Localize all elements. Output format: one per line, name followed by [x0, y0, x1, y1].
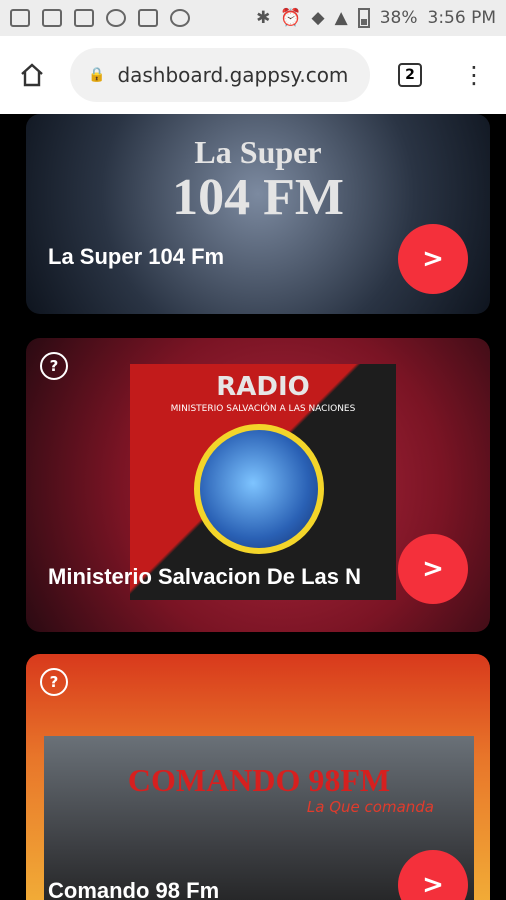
clock: 3:56 PM [427, 8, 497, 28]
battery-percent: 38% [379, 8, 418, 28]
overflow-menu-icon[interactable]: ⋮ [462, 61, 486, 89]
station-name: Ministerio Salvacion De Las N [48, 564, 361, 589]
station-card[interactable]: RADIO MINISTERIO SALVACIÓN A LAS NACIONE… [26, 338, 490, 632]
browser-toolbar: 🔒 dashboard.gappsy.com 2 ⋮ [0, 36, 506, 114]
play-button[interactable]: > [398, 534, 468, 604]
bluetooth-icon: ✱ [256, 8, 271, 28]
message-icon [10, 9, 30, 27]
globe-icon [194, 424, 324, 554]
tab-switcher-button[interactable]: 2 [398, 63, 422, 87]
info-badge[interactable]: ? [40, 352, 68, 380]
play-button[interactable]: > [398, 224, 468, 294]
image-icon [74, 9, 94, 27]
instagram-icon [106, 9, 126, 27]
signal-icon: ▲ [334, 8, 348, 28]
station-logo: La Super 104 FM [172, 134, 344, 226]
facebook-icon [42, 9, 62, 27]
station-list: La Super 104 FM La Super 104 Fm > RADIO … [0, 114, 506, 900]
instagram-icon [170, 9, 190, 27]
alarm-icon: ⏰ [280, 8, 302, 28]
info-badge[interactable]: ? [40, 668, 68, 696]
system-icons: ✱ ⏰ ◆ ▲ 38% 3:56 PM [256, 8, 496, 28]
url-text: dashboard.gappsy.com [117, 63, 349, 87]
station-name: Comando 98 Fm [48, 878, 220, 900]
station-card[interactable]: La Super 104 FM La Super 104 Fm > [26, 114, 490, 314]
status-bar: ✱ ⏰ ◆ ▲ 38% 3:56 PM [0, 0, 506, 36]
address-bar[interactable]: 🔒 dashboard.gappsy.com [70, 48, 370, 102]
home-button[interactable] [0, 62, 64, 88]
mail-icon [138, 9, 158, 27]
station-card[interactable]: ? COMANDO 98FM La Que comanda Comando 98… [26, 654, 490, 900]
wifi-icon: ◆ [311, 8, 325, 28]
station-name: La Super 104 Fm [48, 244, 225, 269]
lock-icon: 🔒 [88, 67, 106, 83]
battery-icon [357, 8, 370, 28]
notification-icons [10, 9, 190, 27]
home-icon [21, 63, 43, 87]
